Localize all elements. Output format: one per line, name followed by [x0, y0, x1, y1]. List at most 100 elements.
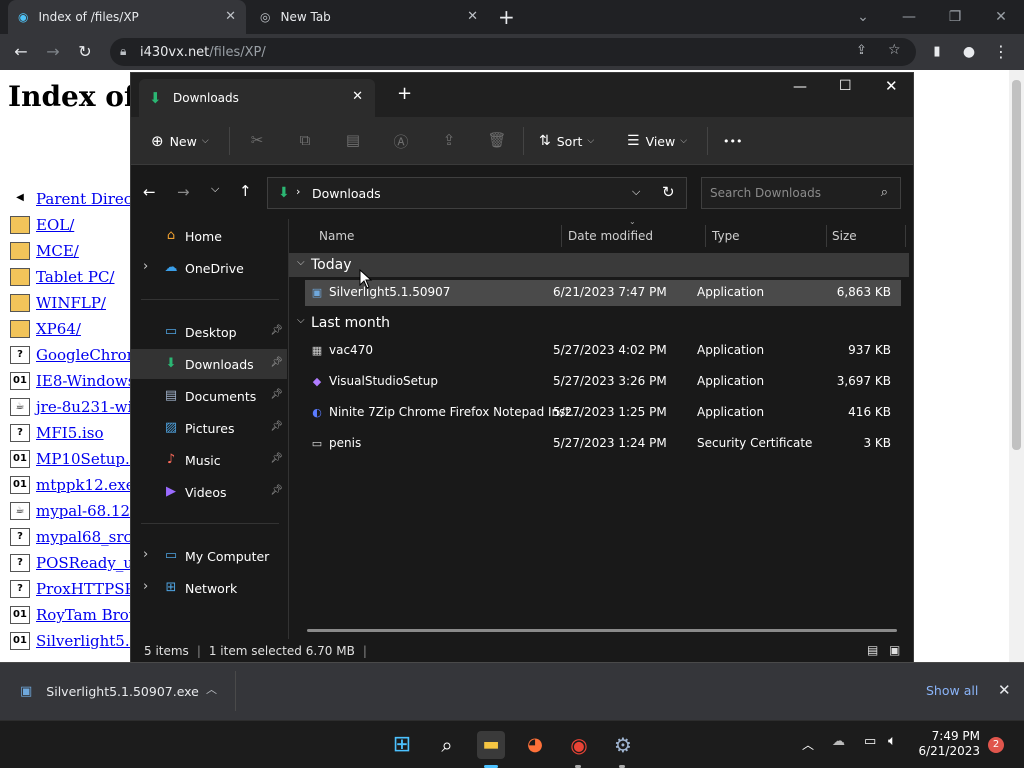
bookmark-star-icon[interactable]: ☆: [888, 42, 901, 58]
show-all-button[interactable]: Show all: [926, 683, 978, 698]
table-row[interactable]: ◐ Ninite 7Zip Chrome Firefox Notepad Inst…: [305, 400, 901, 426]
paste-icon[interactable]: ▤: [343, 131, 363, 151]
pin-icon[interactable]: 📌︎: [270, 453, 283, 464]
sidebar-item-network[interactable]: › ⊞ Network: [131, 573, 287, 603]
close-window-icon[interactable]: ✕: [885, 77, 898, 95]
directory-link-item[interactable]: XP64/: [10, 318, 81, 340]
refresh-icon[interactable]: ↻: [662, 183, 675, 201]
tab-search-chevron-icon[interactable]: ⌄: [840, 4, 886, 30]
share-icon[interactable]: ⇪: [856, 43, 867, 58]
column-header-name[interactable]: Name: [319, 225, 354, 247]
directory-link[interactable]: EOL/: [36, 216, 74, 234]
cloud-offline-icon[interactable]: ☁: [832, 734, 845, 749]
address-dropdown-icon[interactable]: ⌵: [632, 185, 640, 199]
sidebar-item-documents[interactable]: ▤ Documents 📌︎: [131, 381, 287, 411]
reload-icon[interactable]: ↻: [74, 41, 96, 63]
sidebar-item-my-computer[interactable]: › ▭ My Computer: [131, 541, 287, 571]
pin-icon[interactable]: 📌︎: [270, 389, 283, 400]
expand-chevron-icon[interactable]: ›: [143, 547, 148, 562]
up-arrow-icon[interactable]: ↑: [239, 182, 252, 200]
directory-link-item[interactable]: ? MFI5.iso: [10, 422, 104, 444]
details-view-icon[interactable]: ▤: [867, 643, 878, 657]
column-divider[interactable]: [826, 225, 827, 247]
sidebar-item-pictures[interactable]: ▨ Pictures 📌︎: [131, 413, 287, 443]
settings-gear-icon[interactable]: ⚙: [609, 731, 637, 759]
directory-link-item[interactable]: ? POSReady_up: [10, 552, 143, 574]
expand-chevron-icon[interactable]: ›: [143, 579, 148, 594]
close-tab-icon[interactable]: ✕: [467, 9, 478, 24]
table-row[interactable]: ▭ penis 5/27/2023 1:24 PM Security Certific…: [305, 431, 901, 457]
chrome-icon[interactable]: ◉: [565, 731, 593, 759]
tab-new-tab[interactable]: ◎ New Tab ✕: [250, 0, 488, 34]
table-row[interactable]: ▦ vac470 5/27/2023 4:02 PM Application 937 K…: [305, 338, 901, 364]
download-item[interactable]: ▣ Silverlight5.1.50907.exe ︿: [14, 671, 236, 711]
directory-link[interactable]: mypal-68.12.1: [36, 502, 144, 520]
minimize-icon[interactable]: —: [793, 79, 807, 95]
directory-link-item[interactable]: ? mypal68_src.7: [10, 526, 146, 548]
directory-link[interactable]: MFI5.iso: [36, 424, 104, 442]
directory-link[interactable]: Tablet PC/: [36, 268, 114, 286]
column-header-type[interactable]: Type: [712, 225, 740, 247]
cut-icon[interactable]: ✂: [247, 131, 267, 151]
show-hidden-icons-chevron[interactable]: ︿: [802, 736, 814, 753]
expand-chevron-icon[interactable]: ›: [143, 259, 148, 274]
close-tab-icon[interactable]: ✕: [225, 9, 236, 24]
minimize-icon[interactable]: —: [886, 4, 932, 30]
tiles-view-icon[interactable]: ▣: [889, 643, 900, 657]
sidebar-item-desktop[interactable]: ▭ Desktop 📌︎: [131, 317, 287, 347]
restore-icon[interactable]: ❐: [932, 4, 978, 30]
side-panel-icon[interactable]: ▮: [926, 41, 948, 63]
copy-icon[interactable]: ⧉: [295, 131, 315, 151]
new-tab-plus-icon[interactable]: +: [498, 5, 515, 29]
pin-icon[interactable]: 📌︎: [270, 421, 283, 432]
sidebar-item-downloads[interactable]: ⬇ Downloads 📌︎: [131, 349, 287, 379]
sidebar-item-home[interactable]: ⌂ Home: [131, 221, 287, 251]
delete-icon[interactable]: 🗑︎: [487, 131, 507, 151]
table-row[interactable]: ▣ Silverlight5.1.50907 6/21/2023 7:47 PM Ap…: [305, 280, 901, 306]
directory-link[interactable]: WINFLP/: [36, 294, 106, 312]
directory-link-item[interactable]: ? GoogleChrome: [10, 344, 150, 366]
start-windows-icon[interactable]: ⊞: [388, 731, 416, 759]
network-icon[interactable]: ▭: [864, 734, 876, 749]
directory-link[interactable]: XP64/: [36, 320, 81, 338]
file-explorer-icon[interactable]: ▬: [477, 731, 505, 759]
notification-badge[interactable]: 2: [988, 737, 1004, 753]
back-icon[interactable]: ←: [10, 41, 32, 63]
new-tab-plus-icon[interactable]: +: [397, 83, 412, 104]
directory-link[interactable]: RoyTam Brow: [36, 606, 142, 624]
more-options-button[interactable]: •••: [723, 129, 742, 153]
directory-link[interactable]: mtppk12.exe: [36, 476, 135, 494]
page-scrollbar[interactable]: [1009, 70, 1024, 662]
directory-link-item[interactable]: MCE/: [10, 240, 79, 262]
directory-link-item[interactable]: 01 mtppk12.exe: [10, 474, 135, 496]
sidebar-item-music[interactable]: ♪ Music 📌︎: [131, 445, 287, 475]
directory-link-item[interactable]: Tablet PC/: [10, 266, 114, 288]
explorer-tab-downloads[interactable]: ⬇ Downloads ✕: [139, 79, 375, 117]
pin-icon[interactable]: 📌︎: [270, 357, 283, 368]
sidebar-item-onedrive[interactable]: › ☁ OneDrive: [131, 253, 287, 283]
recent-locations-chevron-icon[interactable]: ⌵: [211, 182, 219, 196]
search-icon[interactable]: ⌕: [433, 731, 461, 759]
menu-kebab-icon[interactable]: ⋮: [990, 41, 1012, 63]
directory-link[interactable]: ProxHTTPSPr: [36, 580, 142, 598]
table-row[interactable]: ◆ VisualStudioSetup 5/27/2023 3:26 PM Appli…: [305, 369, 901, 395]
column-header-size[interactable]: Size: [832, 225, 857, 247]
rename-icon[interactable]: Ⓐ: [391, 131, 411, 151]
group-header-last-month[interactable]: ⌵ Last month: [289, 311, 909, 335]
column-header-date-modified[interactable]: Date modified: [568, 225, 653, 247]
close-tab-icon[interactable]: ✕: [352, 89, 363, 104]
chevron-up-icon[interactable]: ︿: [206, 681, 217, 697]
directory-link-item[interactable]: EOL/: [10, 214, 74, 236]
clock[interactable]: 7:49 PM 6/21/2023: [916, 729, 980, 759]
firefox-icon[interactable]: ◕: [521, 731, 549, 759]
directory-link-item[interactable]: ☕ mypal-68.12.1: [10, 500, 144, 522]
share-icon[interactable]: ⇪: [439, 131, 459, 151]
view-button[interactable]: ☰ View ⌵: [627, 129, 687, 153]
profile-avatar-icon[interactable]: ●: [958, 41, 980, 63]
search-input[interactable]: Search Downloads ⌕: [701, 177, 901, 209]
tab-index-of-files-xp[interactable]: ◉ Index of /files/XP ✕: [8, 0, 246, 34]
maximize-icon[interactable]: ☐: [839, 78, 852, 94]
forward-icon[interactable]: →: [42, 41, 64, 63]
directory-link-item[interactable]: ? ProxHTTPSPr: [10, 578, 142, 600]
volume-icon[interactable]: 🔈︎: [888, 733, 896, 749]
